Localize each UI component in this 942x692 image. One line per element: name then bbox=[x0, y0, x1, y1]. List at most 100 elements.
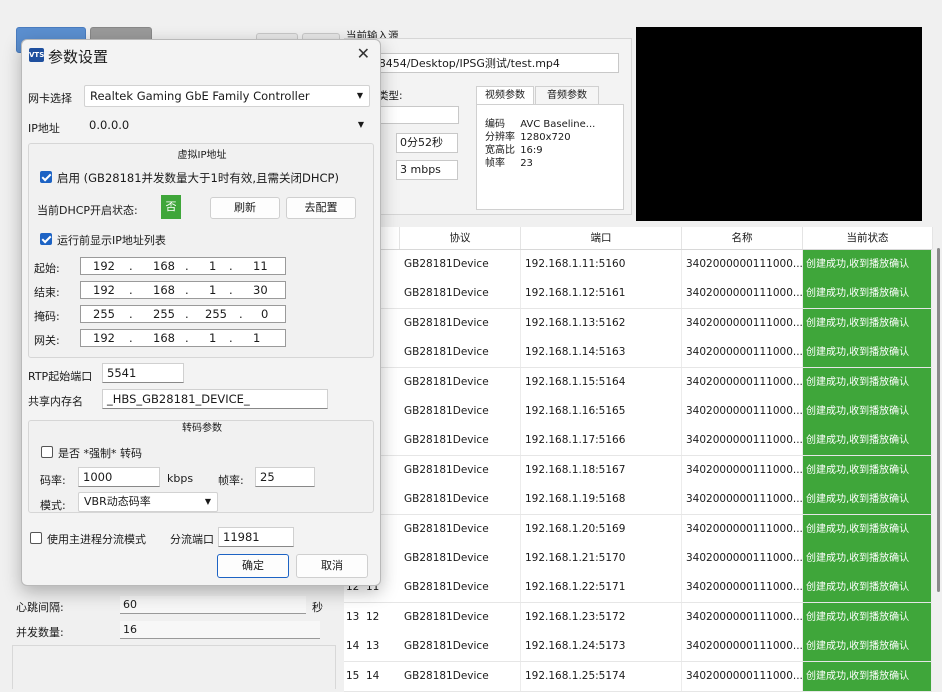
table-row[interactable]: 12 11 GB28181Device 192.168.1.22:5171 340200… bbox=[344, 573, 932, 604]
mode-select[interactable]: VBR动态码率 ▼ bbox=[78, 492, 218, 512]
row-protocol: GB28181Device bbox=[400, 485, 521, 515]
row-protocol: GB28181Device bbox=[400, 602, 521, 632]
start-ip-field[interactable]: 192. 168. 1. 11 bbox=[80, 257, 286, 275]
cancel-button[interactable]: 取消 bbox=[296, 554, 368, 578]
row-number: 12 bbox=[366, 610, 380, 623]
gateway-field[interactable]: 192. 168. 1. 1 bbox=[80, 329, 286, 347]
table-row[interactable]: GB28181Device 192.168.1.11:5160 3402000000… bbox=[344, 250, 932, 280]
row-name: 3402000000111000... bbox=[682, 602, 803, 632]
table-row[interactable]: GB28181Device 192.168.1.16:5165 3402000000… bbox=[344, 397, 932, 427]
table-scroll-thumb[interactable] bbox=[937, 248, 940, 592]
concurrency-field[interactable]: 16 bbox=[120, 621, 320, 639]
rtp-port-field[interactable]: 5541 bbox=[102, 363, 184, 383]
tab-video-params[interactable]: 视频参数 bbox=[476, 86, 534, 105]
row-name: 3402000000111000... bbox=[682, 514, 803, 544]
row-protocol: GB28181Device bbox=[400, 573, 521, 603]
force-transcode-checkbox[interactable] bbox=[41, 446, 53, 458]
ip-select[interactable]: 0.0.0.0 ▼ bbox=[84, 115, 370, 137]
row-status: 创建成功,收到播放确认 bbox=[803, 514, 932, 544]
tab-audio-params[interactable]: 音频参数 bbox=[535, 86, 599, 105]
row-status: 创建成功,收到播放确认 bbox=[803, 455, 932, 485]
main-process-label: 使用主进程分流模式 bbox=[47, 533, 146, 546]
split-port-field[interactable]: 11981 bbox=[218, 527, 294, 547]
ok-button[interactable]: 确定 bbox=[217, 554, 289, 578]
table-row[interactable]: GB28181Device 192.168.1.18:5167 3402000000… bbox=[344, 455, 932, 486]
col-protocol[interactable]: 协议 bbox=[400, 227, 521, 249]
fps-field[interactable]: 25 bbox=[255, 467, 315, 487]
row-port: 192.168.1.15:5164 bbox=[521, 367, 682, 397]
row-protocol: GB28181Device bbox=[400, 250, 521, 279]
table-row[interactable]: GB28181Device 192.168.1.14:5163 3402000000… bbox=[344, 338, 932, 369]
row-status: 创建成功,收到播放确认 bbox=[803, 426, 932, 456]
row-number: 13 bbox=[366, 640, 380, 653]
table-row[interactable]: GB28181Device 192.168.1.19:5168 3402000000… bbox=[344, 485, 932, 516]
gateway-label: 网关: bbox=[34, 334, 60, 347]
show-ip-list-checkbox[interactable] bbox=[40, 233, 52, 245]
table-row[interactable]: GB28181Device 192.168.1.12:5161 3402000000… bbox=[344, 279, 932, 310]
transcode-group-title: 转码参数 bbox=[182, 423, 222, 434]
refresh-button[interactable]: 刷新 bbox=[210, 197, 280, 219]
row-port: 192.168.1.25:5174 bbox=[521, 661, 682, 691]
row-name: 3402000000111000... bbox=[682, 250, 803, 279]
configure-button[interactable]: 去配置 bbox=[286, 197, 356, 219]
bitrate-field[interactable]: 1000 bbox=[78, 467, 160, 487]
mask-label: 掩码: bbox=[34, 310, 60, 323]
col-status[interactable]: 当前状态 bbox=[803, 227, 933, 249]
start-ip-label: 起始: bbox=[34, 262, 60, 275]
row-port: 192.168.1.13:5162 bbox=[521, 308, 682, 338]
source-path-field[interactable]: ers/18454/Desktop/IPSG测试/test.mp4 bbox=[347, 53, 619, 73]
row-name: 3402000000111000... bbox=[682, 397, 803, 426]
row-protocol: GB28181Device bbox=[400, 338, 521, 368]
row-protocol: GB28181Device bbox=[400, 661, 521, 691]
table-row[interactable]: GB28181Device 192.168.1.21:5170 3402000000… bbox=[344, 544, 932, 574]
table-row[interactable]: 15 14 GB28181Device 192.168.1.25:5174 340200… bbox=[344, 661, 932, 692]
col-name[interactable]: 名称 bbox=[682, 227, 803, 249]
shm-name-field[interactable]: _HBS_GB28181_DEVICE_ bbox=[102, 389, 328, 409]
nic-select[interactable]: Realtek Gaming GbE Family Controller ▼ bbox=[84, 85, 370, 107]
virtual-ip-group-title: 虚拟IP地址 bbox=[177, 150, 227, 161]
row-status: 创建成功,收到播放确认 bbox=[803, 250, 932, 279]
show-ip-list-label: 运行前显示IP地址列表 bbox=[57, 234, 166, 247]
table-row[interactable]: GB28181Device 192.168.1.13:5162 3402000000… bbox=[344, 308, 932, 339]
row-status: 创建成功,收到播放确认 bbox=[803, 661, 932, 691]
split-port-label: 分流端口 bbox=[170, 533, 214, 546]
end-ip-field[interactable]: 192. 168. 1. 30 bbox=[80, 281, 286, 299]
row-status: 创建成功,收到播放确认 bbox=[803, 338, 932, 368]
table-row[interactable]: GB28181Device 192.168.1.15:5164 3402000000… bbox=[344, 367, 932, 398]
row-status: 创建成功,收到播放确认 bbox=[803, 308, 932, 338]
settings-dialog: VTS 参数设置 ✕ 网卡选择 Realtek Gaming GbE Famil… bbox=[21, 39, 381, 586]
table-row[interactable]: 13 12 GB28181Device 192.168.1.23:5172 340200… bbox=[344, 602, 932, 633]
row-protocol: GB28181Device bbox=[400, 455, 521, 485]
mask-field[interactable]: 255. 255. 255. 0 bbox=[80, 305, 286, 323]
fps-label: 帧率: bbox=[218, 474, 244, 487]
dialog-title: 参数设置 bbox=[48, 48, 109, 66]
row-status: 创建成功,收到播放确认 bbox=[803, 544, 932, 573]
row-port: 192.168.1.21:5170 bbox=[521, 544, 682, 573]
nic-label: 网卡选择 bbox=[28, 92, 72, 105]
row-port: 192.168.1.14:5163 bbox=[521, 338, 682, 368]
rtp-label: RTP起始端口 bbox=[28, 370, 93, 383]
row-name: 3402000000111000... bbox=[682, 426, 803, 456]
row-name: 3402000000111000... bbox=[682, 573, 803, 603]
mode-value: VBR动态码率 bbox=[84, 495, 151, 508]
row-port: 192.168.1.19:5168 bbox=[521, 485, 682, 515]
row-port: 192.168.1.17:5166 bbox=[521, 426, 682, 456]
table-row[interactable]: GB28181Device 192.168.1.17:5166 3402000000… bbox=[344, 426, 932, 457]
row-status: 创建成功,收到播放确认 bbox=[803, 397, 932, 426]
close-icon[interactable]: ✕ bbox=[357, 44, 370, 63]
row-index: 14 bbox=[346, 640, 360, 653]
dhcp-status-badge: 否 bbox=[161, 195, 181, 219]
col-port[interactable]: 端口 bbox=[521, 227, 682, 249]
row-port: 192.168.1.23:5172 bbox=[521, 602, 682, 632]
dhcp-label: 当前DHCP开启状态: bbox=[37, 204, 138, 217]
row-port: 192.168.1.24:5173 bbox=[521, 632, 682, 662]
concurrency-label: 并发数量: bbox=[16, 626, 64, 639]
row-protocol: GB28181Device bbox=[400, 367, 521, 397]
main-process-checkbox[interactable] bbox=[30, 532, 42, 544]
heartbeat-field[interactable]: 60 bbox=[120, 596, 306, 614]
table-header: 号 协议 端口 名称 当前状态 bbox=[344, 227, 933, 250]
table-row[interactable]: GB28181Device 192.168.1.20:5169 3402000000… bbox=[344, 514, 932, 545]
row-port: 192.168.1.11:5160 bbox=[521, 250, 682, 279]
table-row[interactable]: 14 13 GB28181Device 192.168.1.24:5173 340200… bbox=[344, 632, 932, 663]
enable-checkbox[interactable] bbox=[40, 171, 52, 183]
